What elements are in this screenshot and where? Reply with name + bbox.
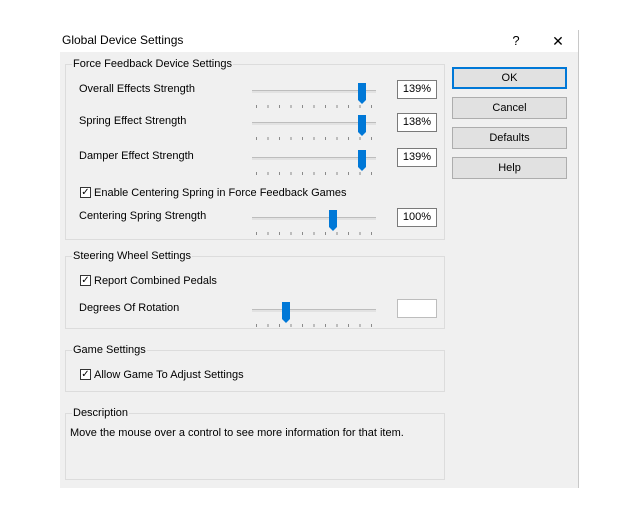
overall-effects-slider[interactable] xyxy=(252,83,376,108)
slider-thumb[interactable] xyxy=(358,150,366,171)
damper-effect-slider[interactable] xyxy=(252,150,376,175)
allow-game-adjust-label[interactable]: Allow Game To Adjust Settings xyxy=(94,368,244,382)
degrees-of-rotation-value[interactable] xyxy=(397,299,437,318)
game-settings-group: Game Settings ✓ Allow Game To Adjust Set… xyxy=(65,343,445,392)
slider-thumb[interactable] xyxy=(329,210,337,231)
slider-ticks xyxy=(256,324,372,327)
slider-ticks xyxy=(256,232,372,235)
steering-wheel-legend: Steering Wheel Settings xyxy=(72,249,193,263)
description-text: Move the mouse over a control to see mor… xyxy=(70,427,404,439)
help-button[interactable]: Help xyxy=(452,157,567,179)
centering-spring-checkbox-label[interactable]: Enable Centering Spring in Force Feedbac… xyxy=(94,186,347,200)
damper-effect-label: Damper Effect Strength xyxy=(79,150,194,162)
overall-effects-label: Overall Effects Strength xyxy=(79,83,195,95)
centering-strength-value[interactable]: 100% xyxy=(397,208,437,227)
help-icon[interactable]: ? xyxy=(506,32,526,50)
slider-ticks xyxy=(256,105,372,108)
global-device-settings-dialog: Global Device Settings ? ✕ Force Feedbac… xyxy=(60,30,579,488)
description-group: Description Move the mouse over a contro… xyxy=(65,406,445,480)
slider-thumb[interactable] xyxy=(282,302,290,323)
force-feedback-group: Force Feedback Device Settings Overall E… xyxy=(65,57,445,240)
combined-pedals-checkbox[interactable]: ✓ xyxy=(80,275,91,286)
spring-effect-slider[interactable] xyxy=(252,115,376,140)
centering-spring-checkbox[interactable]: ✓ xyxy=(80,187,91,198)
defaults-button[interactable]: Defaults xyxy=(452,127,567,149)
combined-pedals-label[interactable]: Report Combined Pedals xyxy=(94,274,217,288)
damper-effect-value[interactable]: 139% xyxy=(397,148,437,167)
degrees-of-rotation-slider[interactable] xyxy=(252,302,376,327)
slider-ticks xyxy=(256,172,372,175)
centering-strength-slider[interactable] xyxy=(252,210,376,235)
game-settings-legend: Game Settings xyxy=(72,343,147,357)
steering-wheel-group: Steering Wheel Settings ✓ Report Combine… xyxy=(65,249,445,329)
close-icon[interactable]: ✕ xyxy=(548,32,568,50)
cancel-button[interactable]: Cancel xyxy=(452,97,567,119)
slider-thumb[interactable] xyxy=(358,83,366,104)
ok-button[interactable]: OK xyxy=(452,67,567,89)
allow-game-adjust-checkbox[interactable]: ✓ xyxy=(80,369,91,380)
description-legend: Description xyxy=(72,406,130,420)
centering-strength-label: Centering Spring Strength xyxy=(79,210,207,222)
spring-effect-value[interactable]: 138% xyxy=(397,113,437,132)
overall-effects-value[interactable]: 139% xyxy=(397,80,437,99)
slider-track xyxy=(252,217,376,220)
force-feedback-legend: Force Feedback Device Settings xyxy=(72,57,233,71)
title-bar[interactable]: Global Device Settings ? ✕ xyxy=(60,30,579,52)
window-edge xyxy=(578,30,579,488)
window-title: Global Device Settings xyxy=(62,33,184,47)
degrees-of-rotation-label: Degrees Of Rotation xyxy=(79,302,180,314)
spring-effect-label: Spring Effect Strength xyxy=(79,115,187,127)
slider-ticks xyxy=(256,137,372,140)
slider-thumb[interactable] xyxy=(358,115,366,136)
slider-track xyxy=(252,309,376,312)
